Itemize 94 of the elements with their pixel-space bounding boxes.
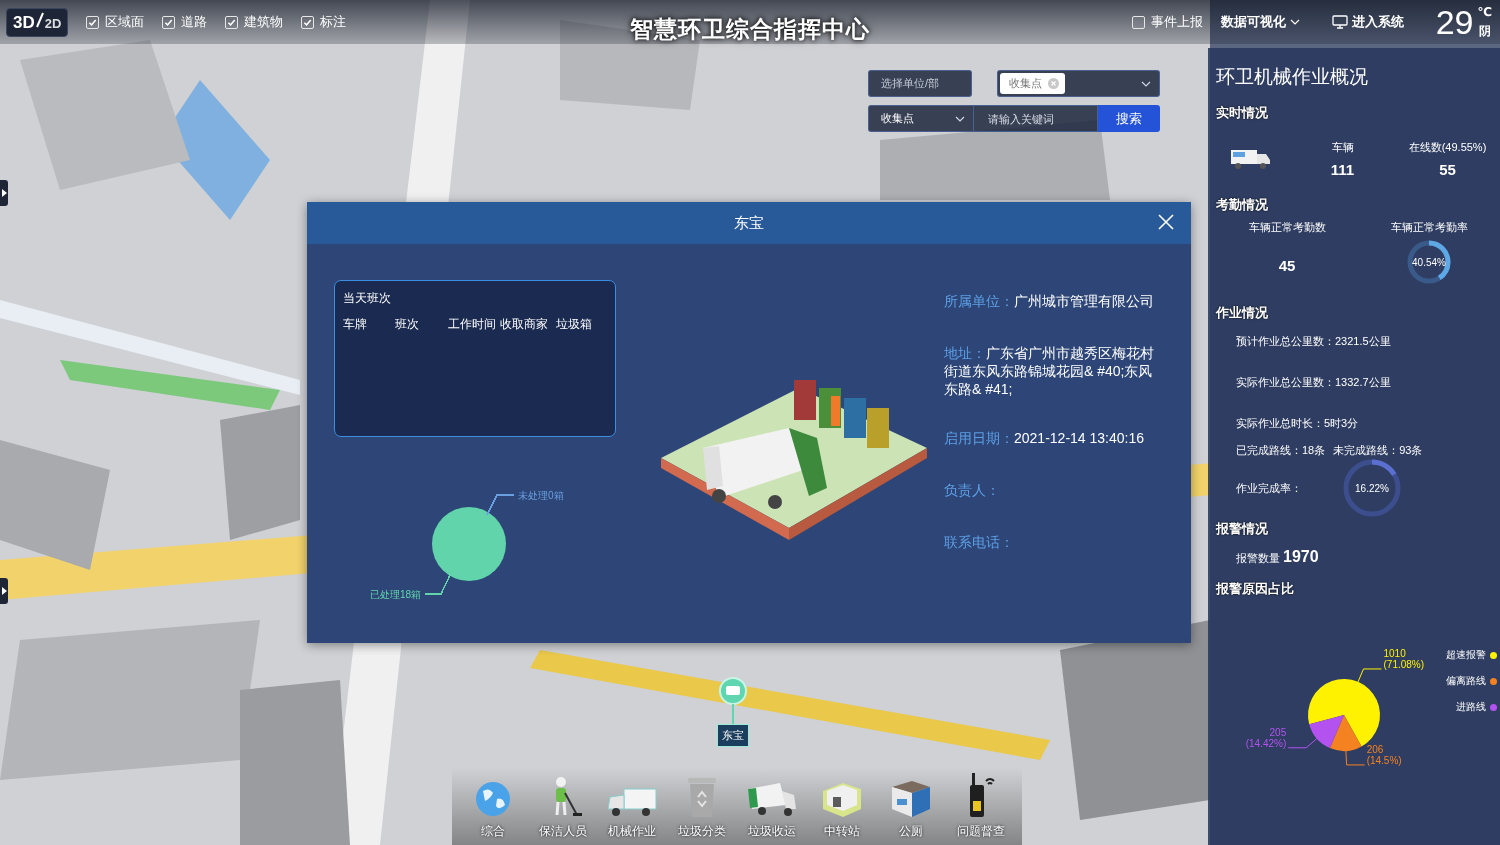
layer-label[interactable]: 建筑物 [244, 13, 284, 31]
section-heading: 考勤情况 [1216, 196, 1269, 214]
data-label: 206 (14.5%) [1366, 743, 1402, 766]
stat-value: 111 [1330, 161, 1355, 178]
section-heading: 作业情况 [1216, 304, 1269, 322]
work-stat: 实际作业总公里数：1332.7公里 [1236, 375, 1392, 390]
toolbar-button[interactable]: 机械作业 [599, 768, 666, 845]
section-heading: 实时情况 [1216, 104, 1269, 122]
monitor-icon [1331, 15, 1348, 29]
completion-label: 作业完成率： [1236, 480, 1302, 496]
stat-label: 车辆正常考勤数 [1248, 220, 1326, 235]
section-heading: 报警原因占比 [1216, 580, 1295, 598]
layer-label[interactable]: 标注 [320, 13, 347, 31]
slash-icon [35, 11, 44, 28]
data-visualization-menu[interactable]: 数据可视化 [1220, 13, 1300, 31]
data-label: 1010 (71.08%) [1383, 647, 1425, 670]
section-heading: 报警情况 [1216, 520, 1269, 538]
toolbar-button[interactable]: 垃圾收运 [738, 768, 805, 845]
checkbox[interactable] [225, 15, 239, 29]
event-report-label[interactable]: 事件上报 [1150, 13, 1203, 31]
caret-icon [955, 115, 965, 122]
app-title: 智慧环卫综合指挥中心 [630, 15, 870, 44]
percent-text: 40.54% [1411, 256, 1447, 268]
info-field: 地址：广东省广州市越秀区梅花村街道东风东路锦城花园& #40;东风东路& #41; [944, 344, 1165, 399]
close-button[interactable] [1157, 213, 1175, 231]
pie-label: 已处理18箱 [369, 589, 421, 600]
stat-value: 55 [1439, 161, 1456, 178]
legend-label: 偏离路线 [1446, 674, 1486, 688]
expand-handle[interactable] [0, 180, 8, 206]
toolbar-button[interactable]: 中转站 [808, 768, 875, 845]
legend-label: 超速报警 [1446, 648, 1486, 662]
view-option[interactable]: 3D [13, 12, 35, 33]
alarm-count-label: 报警数量 [1236, 551, 1280, 566]
alarm-count: 1970 [1283, 548, 1319, 566]
stat-label: 车辆 [1331, 140, 1354, 155]
globe-icon [473, 779, 513, 819]
layer-label[interactable]: 区域面 [105, 13, 145, 31]
pie-label: 未处理0箱 [518, 490, 564, 501]
temperature-unit: ℃ [1477, 4, 1492, 19]
checkbox[interactable] [1131, 15, 1145, 29]
progress-ring [1406, 239, 1452, 285]
legend-label: 进路线 [1456, 700, 1486, 714]
info-field: 负责人： [944, 480, 1165, 503]
truck-icon [606, 785, 659, 819]
leader-line [1287, 738, 1318, 749]
enter-system-button[interactable]: 进入系统 [1331, 13, 1404, 31]
column-header: 收取商家 [500, 316, 549, 333]
filter-tag[interactable]: 收集点 [1000, 73, 1065, 94]
percent-text: 16.22% [1354, 482, 1390, 494]
checkbox[interactable] [301, 15, 315, 29]
leader-line [1357, 668, 1382, 683]
stat-value: 45 [1278, 257, 1296, 274]
view-option[interactable]: 2D [44, 15, 62, 31]
temperature: 29 [1435, 2, 1474, 42]
marker-label: 东宝 [717, 724, 749, 747]
toolbar-button[interactable]: 垃圾分类 [669, 768, 736, 845]
weather-condition: 阴 [1478, 22, 1491, 40]
info-field: 联系电话： [944, 532, 1165, 555]
column-header: 垃圾箱 [556, 316, 593, 333]
map-marker-icon[interactable] [718, 676, 748, 724]
search-button[interactable]: 搜索 [1098, 105, 1160, 132]
progress-ring [1342, 458, 1402, 518]
info-field: 启用日期：2021-12-14 13:40:16 [944, 428, 1165, 451]
column-header: 车牌 [343, 316, 368, 333]
caret-icon [1141, 80, 1151, 87]
view-toggle[interactable]: 3D 2D [6, 7, 69, 37]
column-header: 工作时间 [448, 316, 497, 333]
stat-label: 车辆正常考勤率 [1390, 220, 1468, 235]
keyword-field[interactable]: 请输入关键词 [974, 105, 1098, 132]
route-stat: 未完成路线：93条 [1333, 443, 1423, 458]
panel-title: 环卫机械作业概况 [1216, 65, 1369, 89]
toolbar-button[interactable]: 综合 [460, 768, 526, 845]
stat-label: 在线数(49.55%) [1408, 140, 1487, 155]
checkbox[interactable] [86, 15, 100, 29]
checkbox[interactable] [162, 15, 176, 29]
toolbar-button[interactable]: 问题督查 [947, 768, 1014, 845]
unit-select[interactable]: 选择单位/部 [868, 70, 972, 97]
work-stat: 实际作业总时长：5时3分 [1236, 416, 1360, 431]
data-label: 205 (14.42%) [1245, 726, 1287, 749]
work-stat: 预计作业总公里数：2321.5公里 [1236, 334, 1392, 349]
card-heading: 当天班次 [343, 290, 392, 307]
caret-icon [1289, 19, 1300, 25]
route-stat: 已完成路线：18条 [1236, 443, 1326, 458]
category-select[interactable]: 收集点 [868, 105, 974, 132]
expand-handle[interactable] [0, 578, 8, 604]
toolbar-button[interactable]: 公厕 [878, 768, 945, 845]
truck-icon [1230, 148, 1272, 170]
info-field: 所属单位：广州城市管理有限公司 [944, 292, 1165, 314]
type-select[interactable]: 收集点 [997, 70, 1160, 97]
toolbar-button[interactable]: 保洁人员 [529, 768, 596, 845]
layer-label[interactable]: 道路 [181, 13, 208, 31]
leader-line [1345, 750, 1366, 766]
dialog-title: 东宝 [734, 213, 764, 233]
column-header: 班次 [395, 316, 420, 333]
